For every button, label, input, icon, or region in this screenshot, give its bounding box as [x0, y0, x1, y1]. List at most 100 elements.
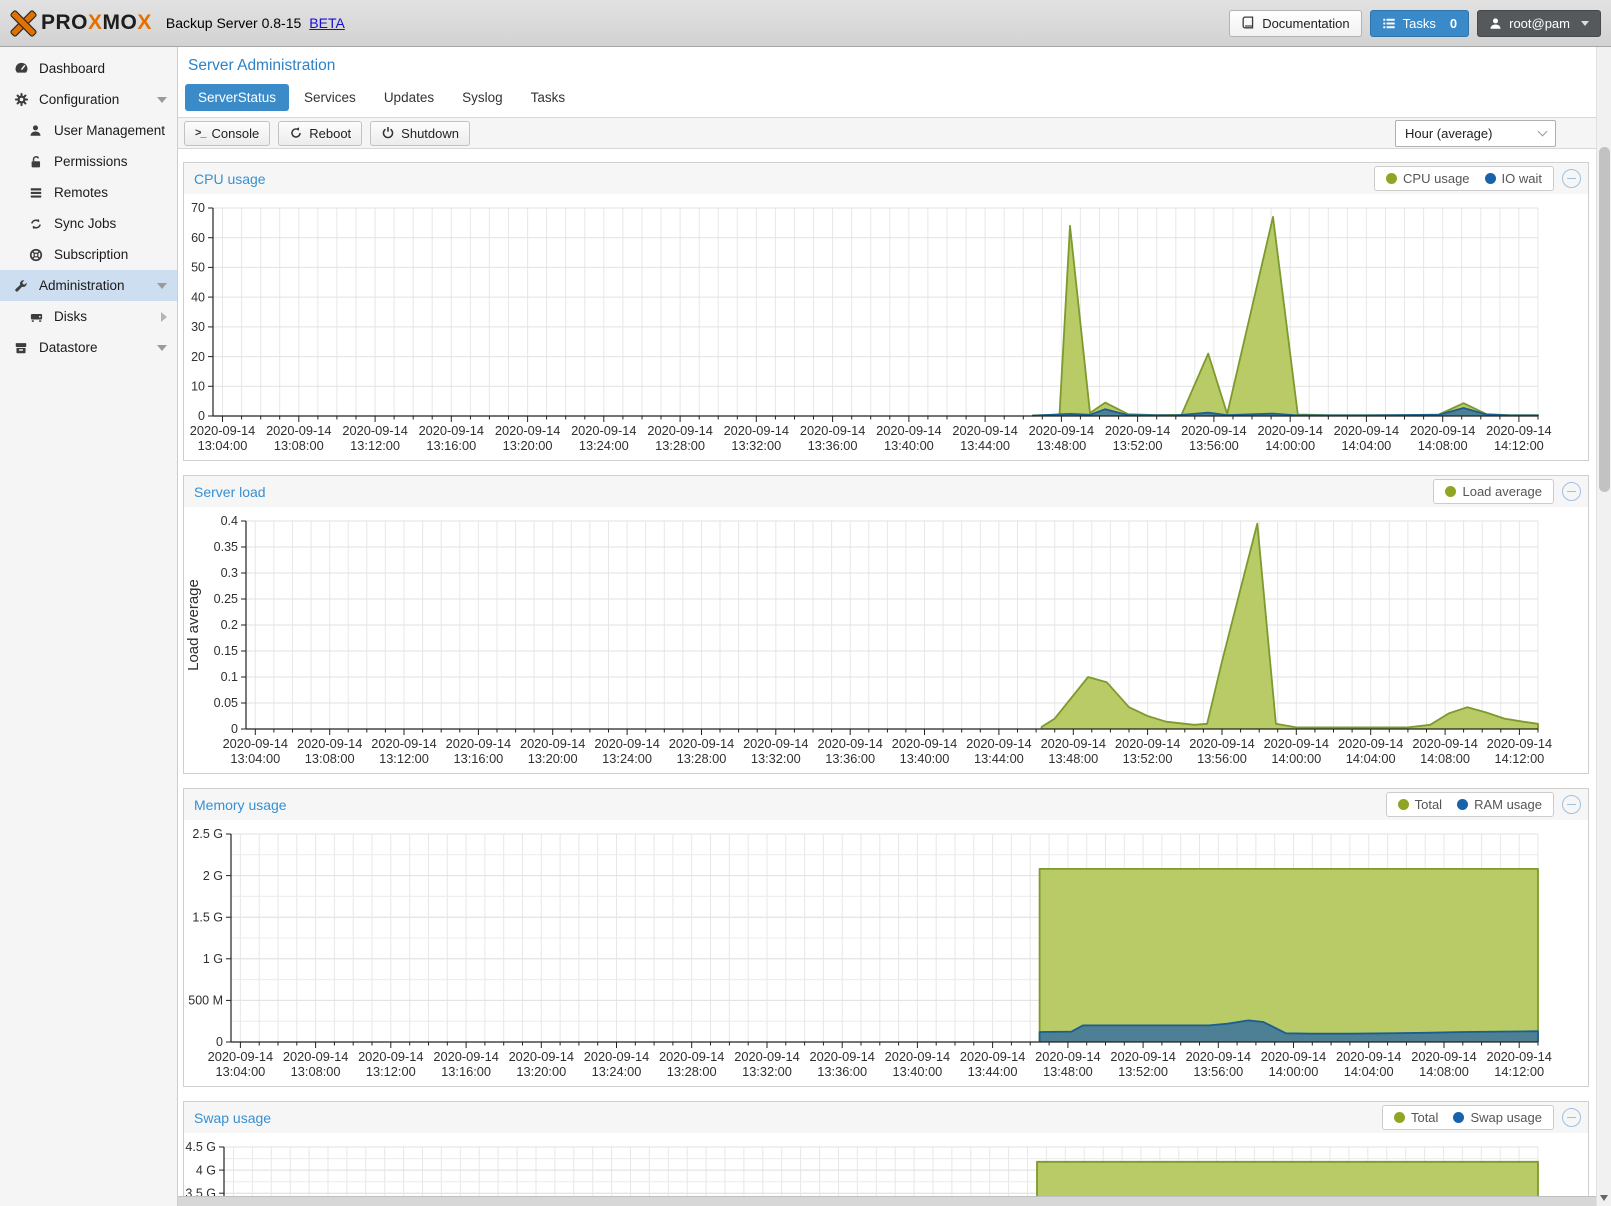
svg-text:14:04:00: 14:04:00: [1341, 438, 1391, 453]
tasks-count-badge: 0: [1450, 16, 1457, 31]
svg-text:20: 20: [191, 350, 205, 364]
sidebar-item-datastore[interactable]: Datastore: [0, 332, 177, 363]
sidebar-item-user-management[interactable]: User Management: [0, 115, 177, 146]
svg-text:2020-09-14: 2020-09-14: [594, 736, 659, 751]
svg-text:2020-09-14: 2020-09-14: [190, 423, 255, 438]
scroll-down-arrow[interactable]: [1600, 1195, 1608, 1201]
svg-text:2020-09-14: 2020-09-14: [1110, 1049, 1175, 1064]
svg-text:13:16:00: 13:16:00: [441, 1064, 491, 1079]
toolbar: >_ Console Reboot Shutdown Hour (average…: [178, 117, 1596, 149]
svg-text:13:28:00: 13:28:00: [677, 751, 727, 766]
legend-item-cpu-usage[interactable]: CPU usage: [1386, 171, 1469, 186]
svg-text:4.5 G: 4.5 G: [185, 1140, 216, 1154]
horizontal-scrollbar[interactable]: [178, 1196, 1596, 1206]
svg-text:13:04:00: 13:04:00: [198, 438, 248, 453]
svg-text:13:36:00: 13:36:00: [808, 438, 858, 453]
gears-icon: [14, 92, 31, 108]
proxmox-logo: PROXMOX: [10, 10, 152, 37]
svg-text:0.05: 0.05: [214, 696, 238, 710]
collapse-panel-button[interactable]: [1562, 1108, 1581, 1127]
legend-item-swap-usage[interactable]: Swap usage: [1453, 1110, 1542, 1125]
wrench-icon: [14, 278, 31, 294]
chart-svg: 2020-09-1413:04:002020-09-1413:08:002020…: [184, 820, 1560, 1086]
svg-text:2020-09-14: 2020-09-14: [584, 1049, 649, 1064]
svg-text:13:12:00: 13:12:00: [350, 438, 400, 453]
tab-serverstatus[interactable]: ServerStatus: [185, 84, 289, 111]
reboot-button[interactable]: Reboot: [278, 121, 362, 146]
legend-dot-icon: [1457, 799, 1468, 810]
disk-icon: [29, 309, 46, 325]
legend-dot-icon: [1485, 173, 1496, 184]
collapse-panel-button[interactable]: [1562, 795, 1581, 814]
documentation-button[interactable]: Documentation: [1229, 10, 1361, 37]
svg-text:2020-09-14: 2020-09-14: [647, 423, 712, 438]
main-content: Server Administration ServerStatusServic…: [178, 47, 1596, 1206]
svg-text:14:12:00: 14:12:00: [1494, 751, 1544, 766]
sidebar-item-configuration[interactable]: Configuration: [0, 84, 177, 115]
svg-text:2020-09-14: 2020-09-14: [419, 423, 484, 438]
timeframe-select[interactable]: Hour (average): [1395, 120, 1556, 147]
svg-text:14:00:00: 14:00:00: [1265, 438, 1315, 453]
svg-text:2020-09-14: 2020-09-14: [1186, 1049, 1251, 1064]
tab-updates[interactable]: Updates: [371, 84, 447, 111]
svg-text:2020-09-14: 2020-09-14: [283, 1049, 348, 1064]
tab-syslog[interactable]: Syslog: [449, 84, 516, 111]
legend-item-load-average[interactable]: Load average: [1445, 484, 1542, 499]
collapse-panel-button[interactable]: [1562, 482, 1581, 501]
legend-item-ram-usage[interactable]: RAM usage: [1457, 797, 1542, 812]
sidebar-item-permissions[interactable]: Permissions: [0, 146, 177, 177]
svg-text:2020-09-14: 2020-09-14: [358, 1049, 423, 1064]
sync-icon: [29, 216, 46, 232]
sidebar-item-administration[interactable]: Administration: [0, 270, 177, 301]
beta-link[interactable]: BETA: [309, 15, 345, 31]
svg-text:2020-09-14: 2020-09-14: [734, 1049, 799, 1064]
console-button[interactable]: >_ Console: [184, 121, 270, 146]
svg-text:2020-09-14: 2020-09-14: [743, 736, 808, 751]
panel-title: Server load: [194, 484, 266, 500]
vertical-scrollbar[interactable]: [1596, 47, 1611, 1206]
chart-svg: 2020-09-1413:04:002020-09-1413:08:002020…: [184, 194, 1560, 460]
user-menu-button[interactable]: root@pam: [1477, 10, 1601, 37]
memory-usage-panel: Memory usage TotalRAM usage 2020-09-1413…: [183, 788, 1589, 1087]
svg-text:13:16:00: 13:16:00: [453, 751, 503, 766]
legend-item-io-wait[interactable]: IO wait: [1485, 171, 1542, 186]
scrollbar-thumb[interactable]: [1599, 147, 1610, 492]
tasks-button[interactable]: Tasks0: [1370, 10, 1469, 37]
svg-text:13:36:00: 13:36:00: [817, 1064, 867, 1079]
svg-text:13:08:00: 13:08:00: [305, 751, 355, 766]
chevron-down-icon: [157, 97, 167, 103]
legend-item-total[interactable]: Total: [1394, 1110, 1438, 1125]
svg-text:13:12:00: 13:12:00: [379, 751, 429, 766]
svg-text:2020-09-14: 2020-09-14: [1264, 736, 1329, 751]
legend-item-total[interactable]: Total: [1398, 797, 1442, 812]
svg-text:2020-09-14: 2020-09-14: [1257, 423, 1322, 438]
svg-text:13:16:00: 13:16:00: [426, 438, 476, 453]
svg-text:2020-09-14: 2020-09-14: [1105, 423, 1170, 438]
collapse-panel-button[interactable]: [1562, 169, 1581, 188]
terminal-icon: >_: [195, 127, 206, 139]
svg-text:0: 0: [198, 409, 205, 423]
sidebar-item-remotes[interactable]: Remotes: [0, 177, 177, 208]
svg-text:2020-09-14: 2020-09-14: [208, 1049, 273, 1064]
shutdown-button[interactable]: Shutdown: [370, 121, 470, 146]
svg-text:0: 0: [231, 722, 238, 736]
svg-text:2020-09-14: 2020-09-14: [433, 1049, 498, 1064]
panel-header: Server load Load average: [184, 476, 1588, 507]
svg-text:13:32:00: 13:32:00: [731, 438, 781, 453]
svg-text:13:40:00: 13:40:00: [892, 1064, 942, 1079]
sidebar-item-sync-jobs[interactable]: Sync Jobs: [0, 208, 177, 239]
sidebar-item-subscription[interactable]: Subscription: [0, 239, 177, 270]
page-title: Server Administration: [178, 47, 1596, 84]
svg-text:13:20:00: 13:20:00: [516, 1064, 566, 1079]
svg-text:500 M: 500 M: [188, 994, 223, 1008]
svg-text:2020-09-14: 2020-09-14: [509, 1049, 574, 1064]
svg-text:14:08:00: 14:08:00: [1420, 751, 1470, 766]
svg-text:2020-09-14: 2020-09-14: [446, 736, 511, 751]
svg-text:0.1: 0.1: [221, 670, 238, 684]
sidebar-item-dashboard[interactable]: Dashboard: [0, 53, 177, 84]
tab-tasks[interactable]: Tasks: [518, 84, 579, 111]
tab-services[interactable]: Services: [291, 84, 369, 111]
sidebar-item-disks[interactable]: Disks: [0, 301, 177, 332]
svg-text:0.4: 0.4: [221, 514, 238, 528]
book-icon: [1241, 16, 1255, 30]
